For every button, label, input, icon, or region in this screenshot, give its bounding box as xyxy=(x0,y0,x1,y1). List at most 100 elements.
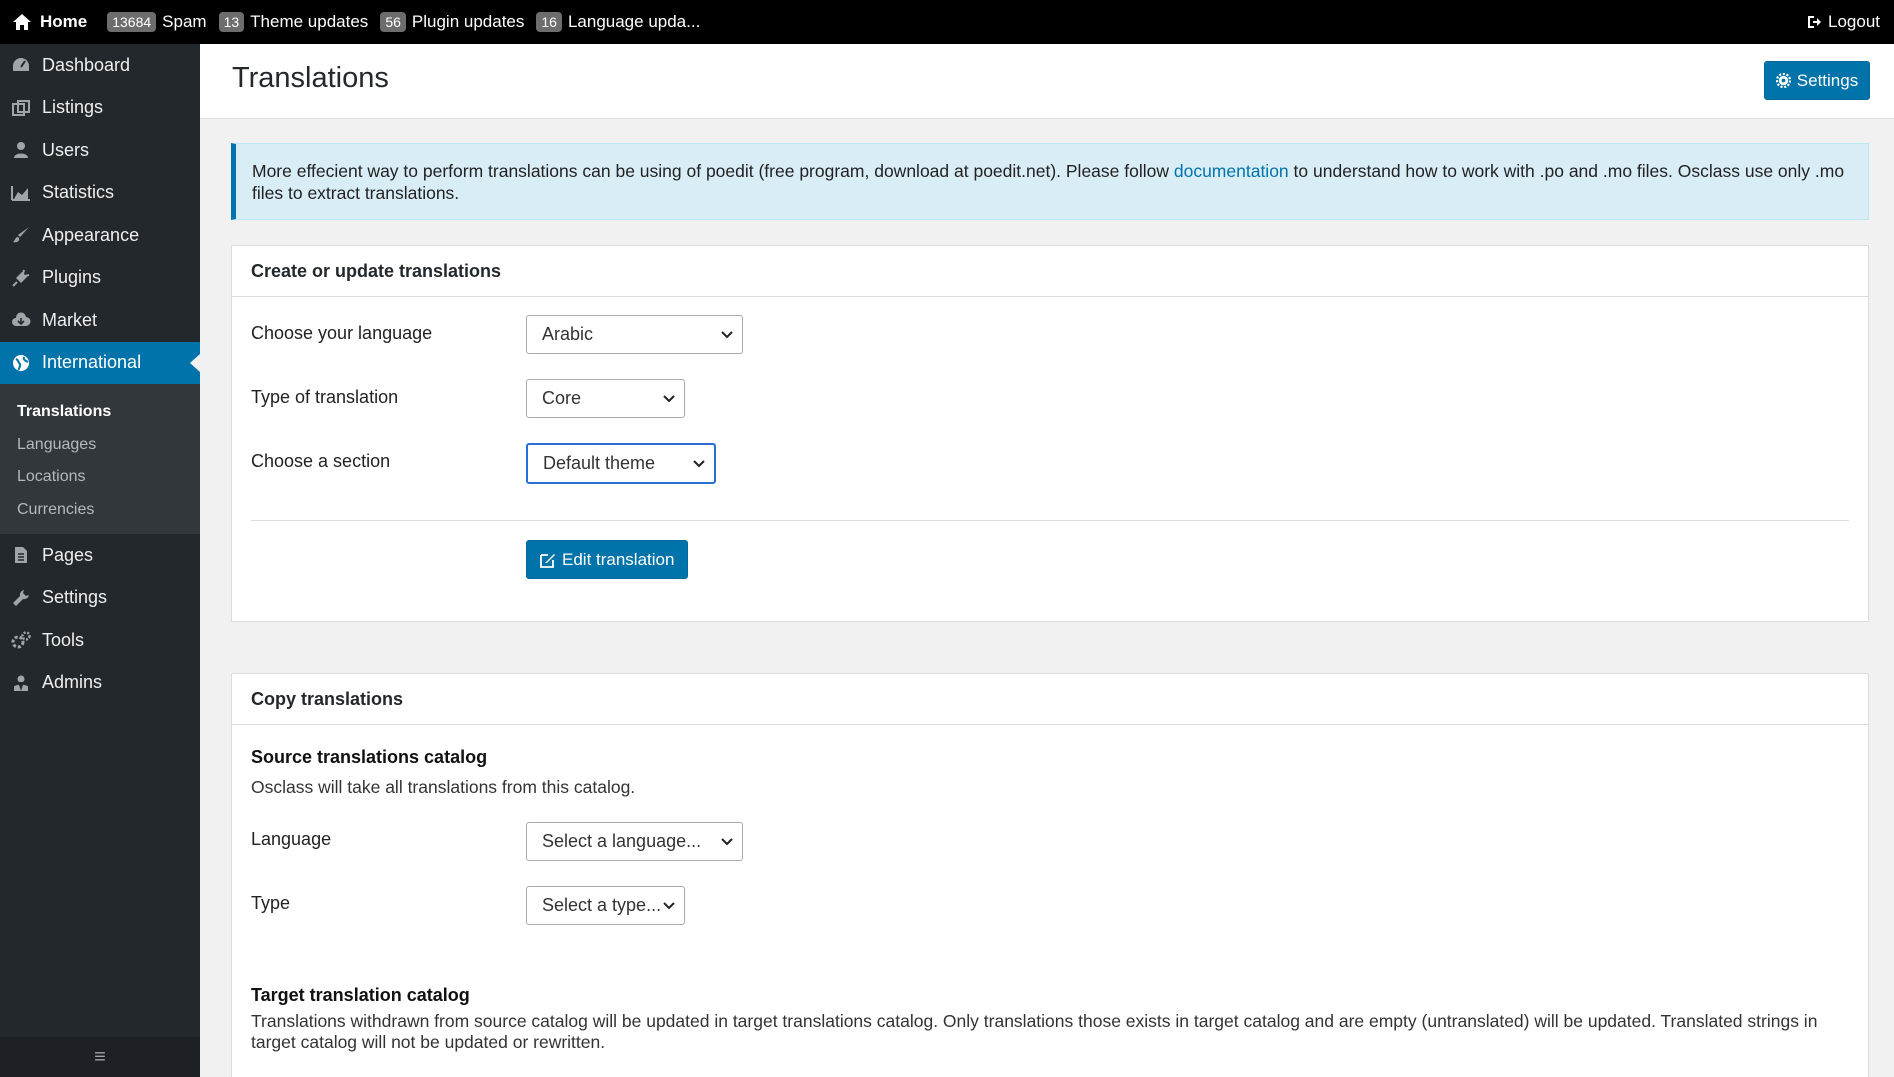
language-updates-label: Language upda... xyxy=(567,12,701,31)
spam-link[interactable]: 13684 Spam xyxy=(107,12,207,32)
admin-topbar: Home 13684 Spam 13 Theme updates 56 Plug… xyxy=(0,0,1894,44)
plug-icon xyxy=(10,267,32,289)
source-catalog-description: Osclass will take all translations from … xyxy=(251,777,636,797)
sidebar-item-label: Plugins xyxy=(42,267,102,288)
source-language-select[interactable]: Select a language... xyxy=(526,822,743,861)
language-updates-badge: 16 xyxy=(536,12,562,32)
panel-title: Create or update translations xyxy=(232,246,1868,297)
documentation-link[interactable]: documentation xyxy=(1174,161,1289,181)
plugin-updates-label: Plugin updates xyxy=(411,12,525,31)
divider xyxy=(251,520,1849,521)
home-icon xyxy=(13,14,31,30)
sidebar-item-settings[interactable]: Settings xyxy=(0,577,200,620)
settings-button[interactable]: Settings xyxy=(1764,61,1870,100)
home-link[interactable]: Home xyxy=(12,12,87,32)
type-select[interactable]: Core xyxy=(526,379,685,418)
sidebar-item-users[interactable]: Users xyxy=(0,129,200,172)
sidebar: Dashboard Listings Users Statistics Appe… xyxy=(0,44,200,1077)
spam-label: Spam xyxy=(162,12,207,31)
gear-icon xyxy=(1775,73,1791,88)
sidebar-item-admins[interactable]: Admins xyxy=(0,662,200,705)
sidebar-item-label: Admins xyxy=(42,672,103,693)
sidebar-item-international[interactable]: International xyxy=(0,341,200,384)
cloud-icon xyxy=(10,309,32,331)
sidebar-item-market[interactable]: Market xyxy=(0,299,200,342)
section-select[interactable]: Default theme xyxy=(526,443,716,484)
international-submenu: Translations Languages Locations Currenc… xyxy=(0,384,200,534)
language-label: Choose your language xyxy=(251,323,433,343)
dashboard-icon xyxy=(10,54,32,76)
language-select-value: Arabic xyxy=(542,324,594,344)
globe-icon xyxy=(10,352,32,374)
target-catalog-title: Target translation catalog xyxy=(251,985,470,1005)
page-icon xyxy=(10,544,32,566)
info-notice: More effecient way to perform translatio… xyxy=(231,143,1869,220)
source-catalog-title: Source translations catalog xyxy=(251,747,488,767)
theme-updates-label: Theme updates xyxy=(250,12,369,31)
submenu-item-languages[interactable]: Languages xyxy=(0,429,200,462)
submenu-item-locations[interactable]: Locations xyxy=(0,461,200,494)
home-label: Home xyxy=(40,12,88,31)
sidebar-item-statistics[interactable]: Statistics xyxy=(0,172,200,215)
source-type-select[interactable]: Select a type... xyxy=(526,886,685,925)
logout-label: Logout xyxy=(1828,12,1880,31)
chevron-down-icon xyxy=(663,395,675,403)
language-updates-link[interactable]: 16 Language upda... xyxy=(536,12,700,32)
sidebar-item-plugins[interactable]: Plugins xyxy=(0,257,200,300)
sidebar-item-label: Dashboard xyxy=(42,54,131,75)
create-translations-panel: Create or update translations Choose you… xyxy=(231,245,1869,622)
edit-translation-label: Edit translation xyxy=(562,549,675,569)
sidebar-item-label: Listings xyxy=(42,97,104,118)
settings-button-label: Settings xyxy=(1796,70,1859,90)
wrench-icon xyxy=(10,587,32,609)
sidebar-item-label: Pages xyxy=(42,544,94,565)
hamburger-icon: ≡ xyxy=(94,1045,106,1068)
chevron-down-icon xyxy=(721,331,733,339)
plugin-updates-link[interactable]: 56 Plugin updates xyxy=(380,12,524,32)
section-select-value: Default theme xyxy=(543,453,656,473)
page-header: Translations Settings xyxy=(200,44,1894,119)
chevron-down-icon xyxy=(693,460,705,468)
source-language-placeholder: Select a language... xyxy=(542,831,702,851)
sidebar-item-label: Statistics xyxy=(42,182,115,203)
sidebar-item-label: Appearance xyxy=(42,224,140,245)
theme-updates-badge: 13 xyxy=(218,12,245,32)
chart-icon xyxy=(10,182,32,204)
edit-translation-button[interactable]: Edit translation xyxy=(526,540,689,579)
section-label: Choose a section xyxy=(251,451,391,471)
edit-icon xyxy=(540,553,555,568)
admin-icon xyxy=(10,672,32,694)
submenu-item-translations[interactable]: Translations xyxy=(0,396,200,429)
listings-icon xyxy=(10,97,32,119)
sidebar-item-label: International xyxy=(42,352,142,373)
sidebar-item-label: Settings xyxy=(42,587,108,608)
info-text-before: More effecient way to perform translatio… xyxy=(252,161,1174,181)
theme-updates-link[interactable]: 13 Theme updates xyxy=(218,12,369,32)
sidebar-item-listings[interactable]: Listings xyxy=(0,87,200,130)
sidebar-item-appearance[interactable]: Appearance xyxy=(0,214,200,257)
plugin-updates-badge: 56 xyxy=(380,12,406,32)
chevron-down-icon xyxy=(721,838,733,846)
page-title: Translations xyxy=(232,62,389,94)
source-type-placeholder: Select a type... xyxy=(542,895,662,915)
user-icon xyxy=(10,139,32,161)
collapse-menu-button[interactable]: ≡ xyxy=(0,1037,200,1077)
target-catalog-description: Translations withdrawn from source catal… xyxy=(251,1011,1818,1052)
logout-link[interactable]: Logout xyxy=(1806,0,1880,44)
sidebar-item-dashboard[interactable]: Dashboard xyxy=(0,44,200,87)
chevron-down-icon xyxy=(663,902,675,910)
brush-icon xyxy=(10,224,32,246)
submenu-item-currencies[interactable]: Currencies xyxy=(0,494,200,527)
type-select-value: Core xyxy=(542,388,582,408)
panel-title: Copy translations xyxy=(232,674,1868,725)
logout-icon xyxy=(1808,16,1821,28)
type-label: Type of translation xyxy=(251,387,399,407)
sidebar-item-label: Users xyxy=(42,139,90,160)
cogs-icon xyxy=(10,629,32,651)
language-select[interactable]: Arabic xyxy=(526,315,743,354)
source-type-label: Type xyxy=(251,893,291,913)
sidebar-item-pages[interactable]: Pages xyxy=(0,534,200,577)
source-language-label: Language xyxy=(251,829,332,849)
sidebar-item-tools[interactable]: Tools xyxy=(0,619,200,662)
sidebar-item-label: Market xyxy=(42,309,98,330)
